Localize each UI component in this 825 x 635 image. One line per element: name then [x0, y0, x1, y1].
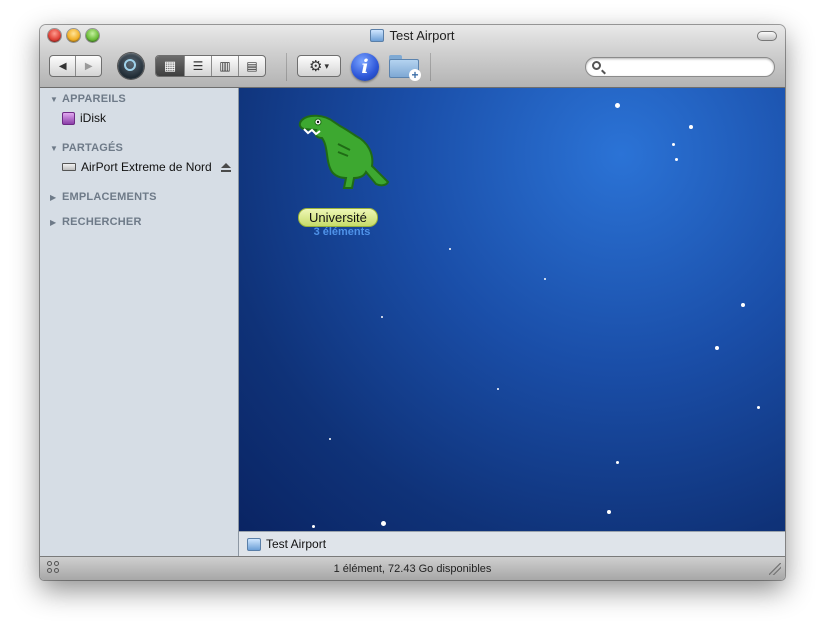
background-star [715, 346, 719, 350]
network-volume-icon [370, 29, 385, 42]
back-button[interactable]: ◀ [50, 56, 75, 76]
background-star [672, 143, 675, 146]
sidebar-item-label: AirPort Extreme de Nord [81, 160, 212, 174]
background-star [689, 125, 693, 129]
file-name-label[interactable]: Université [298, 208, 378, 227]
sidebar-item-airport-extreme[interactable]: AirPort Extreme de Nord [62, 160, 212, 174]
status-text: 1 élément, 72.43 Go disponibles [333, 563, 492, 575]
gear-glyph: ⚙ [309, 58, 323, 75]
network-volume-icon [247, 537, 261, 551]
section-label: RECHERCHER [62, 216, 142, 228]
new-folder-button[interactable]: + [389, 55, 421, 81]
sidebar: ▼ APPAREILS iDisk ▼ PARTAGÉS AirPort Ext… [40, 88, 239, 556]
dinosaur-icon [298, 114, 390, 189]
sidebar-section-appareils[interactable]: ▼ APPAREILS [50, 93, 126, 105]
resize-grip-icon[interactable] [769, 563, 781, 575]
eject-icon[interactable] [220, 163, 231, 173]
view-mode-buttons: ▦ ☰ ▥ ▤ [155, 55, 266, 77]
gear-icon: ⚙ ▾ [298, 56, 340, 76]
section-label: EMPLACEMENTS [62, 191, 157, 203]
column-view-button[interactable]: ▥ [211, 56, 238, 76]
section-label: PARTAGÉS [62, 142, 124, 154]
sidebar-section-emplacements[interactable]: ▶ EMPLACEMENTS [50, 191, 157, 203]
disclosure-triangle-icon[interactable]: ▼ [50, 95, 59, 104]
info-icon: i [361, 56, 369, 78]
background-star [615, 103, 620, 108]
toolbar-separator [430, 53, 431, 81]
background-star [544, 278, 546, 280]
sidebar-section-partages[interactable]: ▼ PARTAGÉS [50, 142, 123, 154]
file-item[interactable]: Université 3 éléments [239, 88, 445, 248]
chevron-down-icon: ▾ [324, 60, 329, 71]
background-star [329, 438, 331, 440]
disclosure-triangle-icon[interactable]: ▶ [50, 193, 59, 202]
background-star [607, 510, 611, 514]
background-star [381, 316, 383, 318]
sidebar-item-label: iDisk [80, 111, 106, 125]
list-view-button[interactable]: ☰ [184, 56, 211, 76]
sidebar-section-rechercher[interactable]: ▶ RECHERCHER [50, 216, 142, 228]
title-bar: Test Airport ◀ ▶ ▦ ☰ ▥ ▤ ⚙ ▾ i + [40, 25, 785, 88]
finder-window: Test Airport ◀ ▶ ▦ ☰ ▥ ▤ ⚙ ▾ i + ▼ APPAR… [40, 25, 785, 580]
cover-flow-button[interactable]: ▤ [238, 56, 265, 76]
disclosure-triangle-icon[interactable]: ▶ [50, 218, 59, 227]
nav-buttons: ◀ ▶ [49, 55, 102, 77]
idisk-icon [62, 111, 75, 125]
action-menu-button[interactable]: ⚙ ▾ [297, 55, 341, 77]
get-info-button[interactable]: i [351, 53, 379, 81]
server-drive-icon [62, 163, 76, 171]
background-star [616, 461, 619, 464]
forward-button[interactable]: ▶ [75, 56, 101, 76]
time-machine-icon[interactable] [118, 53, 144, 79]
search-field[interactable] [585, 57, 775, 77]
path-bar: Test Airport [239, 531, 785, 556]
background-star [757, 406, 760, 409]
sidebar-item-idisk[interactable]: iDisk [62, 111, 106, 125]
window-title-text: Test Airport [389, 28, 455, 43]
file-item-count: 3 éléments [313, 226, 371, 238]
background-star [449, 248, 451, 250]
background-star [381, 521, 386, 526]
search-input[interactable] [608, 59, 772, 77]
background-star [312, 525, 315, 528]
plus-icon: + [409, 69, 421, 81]
status-bar: 1 élément, 72.43 Go disponibles [40, 556, 785, 580]
disclosure-triangle-icon[interactable]: ▼ [50, 144, 59, 153]
background-star [675, 158, 678, 161]
toolbar-toggle-button[interactable] [757, 31, 777, 41]
icon-view-button[interactable]: ▦ [156, 56, 184, 76]
section-label: APPAREILS [62, 93, 126, 105]
file-browser-area[interactable]: Université 3 éléments [239, 88, 785, 531]
toolbar-separator [286, 53, 287, 81]
search-icon [592, 61, 601, 70]
background-star [741, 303, 745, 307]
background-star [497, 388, 499, 390]
path-bar-item[interactable]: Test Airport [266, 537, 326, 551]
window-title: Test Airport [40, 28, 785, 43]
